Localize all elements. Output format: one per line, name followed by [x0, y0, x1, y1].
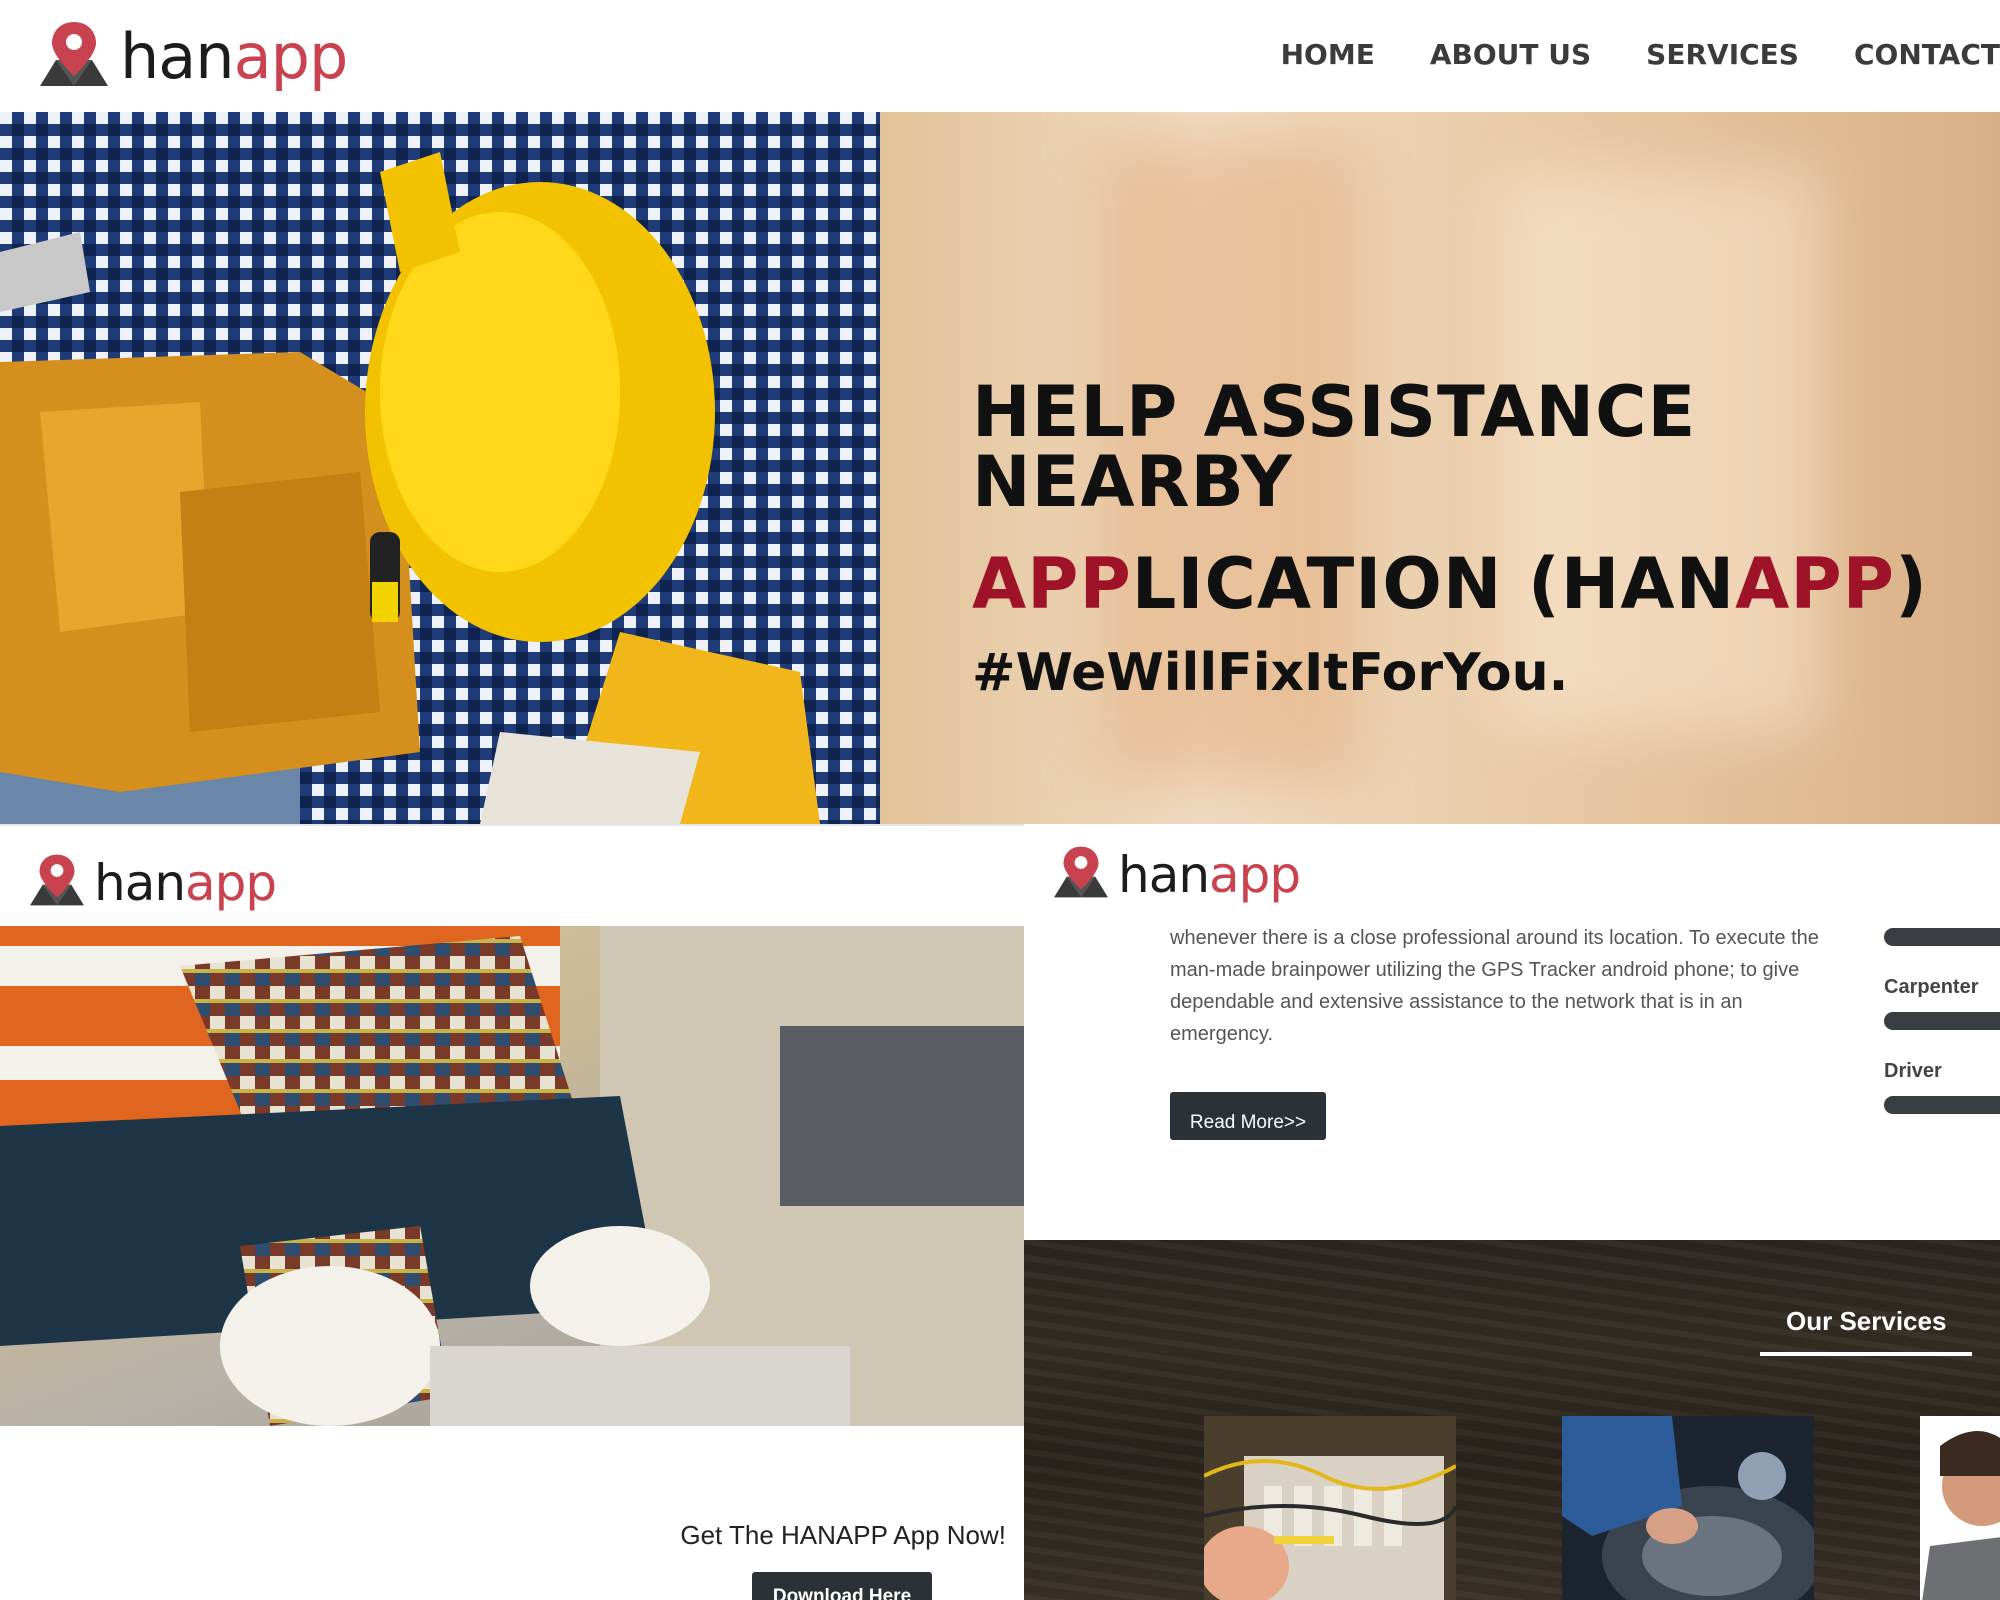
mechanic-image	[1562, 1416, 1814, 1600]
skill-label-driver: Driver	[1884, 1060, 1942, 1082]
hero-title: HELP ASSISTANCE NEARBY APPLICATION (HANA…	[972, 377, 2000, 699]
map-pin-logo-icon	[40, 21, 108, 86]
hero-hashtag: #WeWillFixItForYou.	[972, 643, 1569, 703]
about-paragraph: whenever there is a close professional a…	[1170, 927, 1819, 1045]
download-button[interactable]: Download Here	[752, 1572, 932, 1600]
nav-services[interactable]: SERVICES	[1646, 38, 1799, 71]
logo-wordmark: hanapp	[94, 854, 277, 912]
hero-banner: HELP ASSISTANCE NEARBY APPLICATION (HANA…	[0, 112, 2000, 824]
logo-wordmark: hanapp	[120, 20, 349, 93]
hanapp-logo[interactable]: hanapp	[1052, 840, 1301, 904]
hanapp-logo[interactable]: hanapp	[38, 14, 349, 93]
skill-bar-carpenter	[1884, 1012, 2000, 1030]
skill-bar	[1884, 928, 2000, 946]
get-app-text: Get The HANAPP App Now!	[680, 1520, 1006, 1550]
services-title: Our Services	[1786, 1306, 1947, 1336]
electrician-image	[1204, 1416, 1456, 1600]
skill-bar-driver	[1884, 1096, 2000, 1114]
worker-portrait-image	[1920, 1416, 2000, 1600]
logo-app: app	[233, 20, 349, 93]
logo-app: app	[1209, 846, 1301, 904]
read-more-button[interactable]: Read More>>	[1170, 1092, 1326, 1140]
nav-home[interactable]: HOME	[1281, 38, 1375, 71]
wood-texture	[1024, 1240, 2000, 1600]
top-header: hanapp HOME ABOUT US SERVICES CONTACT	[0, 0, 2000, 112]
service-card-mechanic[interactable]	[1562, 1416, 1814, 1600]
map-pin-logo-icon	[1054, 846, 1108, 898]
main-nav: HOME ABOUT US SERVICES CONTACT	[1281, 38, 2000, 71]
service-card-electrician[interactable]	[1204, 1416, 1456, 1600]
logo-app: app	[185, 854, 277, 912]
hero-worker-image	[0, 112, 880, 824]
worker-illustration	[0, 926, 1024, 1426]
logo-han: han	[94, 854, 186, 912]
hero-title-text-1: LICATION (HAN	[1131, 543, 1736, 625]
hero-title-line2: APPLICATION (HANAPP)	[972, 549, 2000, 619]
hero-title-line1: HELP ASSISTANCE NEARBY	[972, 371, 1697, 523]
hanapp-logo[interactable]: hanapp	[28, 848, 277, 912]
logo-wordmark: hanapp	[1118, 846, 1301, 904]
skill-label-carpenter: Carpenter	[1884, 976, 1979, 998]
nav-contact[interactable]: CONTACT	[1854, 38, 2000, 71]
logo-han: han	[120, 20, 235, 93]
service-card-person[interactable]	[1920, 1416, 2000, 1600]
worker-kneeling-image	[0, 926, 1024, 1426]
hero-title-app-2: APP	[1735, 543, 1895, 625]
hero-title-text-2: )	[1894, 543, 1928, 625]
logo-han: han	[1118, 846, 1210, 904]
nav-about-us[interactable]: ABOUT US	[1430, 38, 1591, 71]
download-panel: hanapp Get The HANAPP App Now! Download …	[0, 824, 1024, 1600]
about-services-panel: hanapp whenever there is a close profess…	[1024, 824, 2000, 1600]
hero-title-app-1: APP	[972, 543, 1132, 625]
map-pin-logo-icon	[30, 854, 84, 906]
services-title-underline	[1760, 1352, 1972, 1356]
services-section: Our Services	[1024, 1240, 2000, 1600]
